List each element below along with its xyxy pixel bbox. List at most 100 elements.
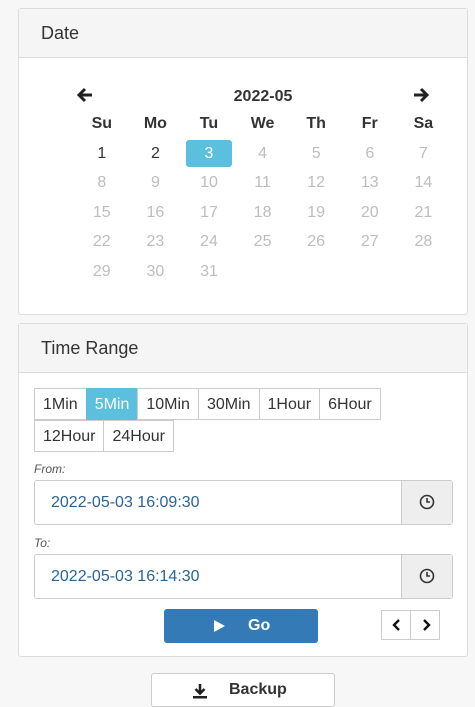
calendar-day-number: 10	[200, 174, 218, 191]
to-value[interactable]: 2022-05-03 16:14:30	[51, 555, 200, 598]
calendar-day: 28	[397, 227, 451, 257]
calendar-day-number: 16	[146, 203, 165, 221]
calendar-day-number: 27	[360, 233, 379, 250]
go-button-label: Go	[248, 617, 271, 634]
calendar-week-row: 29 30 31	[75, 257, 450, 287]
weekday-label: Tu	[199, 115, 219, 132]
download-icon	[193, 684, 207, 699]
go-button[interactable]: Go	[164, 609, 318, 643]
arrow-left-icon	[76, 87, 92, 103]
calendar-day-number: 6	[365, 144, 375, 162]
calendar-week-row: 22 23 24 25 26 27 28	[75, 227, 450, 257]
calendar-day: 5	[289, 139, 343, 169]
calendar-day-number: 7	[418, 144, 428, 162]
weekday-label: Th	[306, 115, 326, 132]
calendar-day: 23	[129, 227, 183, 257]
calendar-day: 21	[397, 198, 451, 228]
range-button-6hour[interactable]: 6Hour	[319, 388, 381, 420]
calendar-day-number: 2	[150, 144, 160, 162]
calendar-day: 4	[236, 139, 290, 169]
range-button-12hour[interactable]: 12Hour	[34, 420, 105, 452]
calendar-day: 7	[397, 139, 451, 169]
play-icon	[214, 620, 225, 632]
range-button-30min[interactable]: 30Min	[197, 388, 260, 420]
calendar-day-number: 18	[253, 203, 272, 221]
range-button-1min[interactable]: 1Min	[34, 388, 87, 420]
calendar-day-number: 4	[258, 144, 268, 162]
to-field[interactable]: 2022-05-03 16:14:30	[34, 554, 453, 599]
calendar-day-number: 9	[150, 174, 160, 191]
from-clock-button[interactable]	[401, 481, 452, 524]
calendar-day: 18	[236, 198, 290, 228]
calendar-day-number: 23	[146, 233, 165, 250]
range-button-1hour[interactable]: 1Hour	[258, 388, 321, 420]
calendar-day-number: 24	[200, 233, 218, 250]
calendar-day: 16	[129, 198, 183, 228]
calendar-day-number: 8	[97, 174, 107, 191]
calendar-month-label[interactable]: 2022-05	[185, 85, 341, 109]
calendar-grid: Su Mo Tu We Th Fr Sa 1 2 3 4 5 6 7 8 9 10 11 12 13 14 15 16 17 1…	[75, 109, 450, 286]
calendar-day-number: 19	[307, 203, 326, 221]
date-panel: Date 2022-05 Su Mo Tu We Th Fr Sa 1 2 3 4 5 6 7 8 9 10 11…	[18, 8, 468, 315]
range-button-5min[interactable]: 5Min	[85, 388, 139, 420]
calendar-day: 19	[289, 198, 343, 228]
calendar-day[interactable]: 1	[75, 139, 129, 169]
time-nav-group	[381, 610, 440, 640]
calendar-day-number: 21	[414, 203, 433, 221]
calendar-day-number: 30	[146, 262, 165, 280]
calendar-day: 10	[182, 168, 236, 198]
time-range-panel: Time Range 1Min 5Min 10Min 30Min 1Hour 6Hour 1…	[18, 323, 468, 657]
calendar-day-number: 12	[307, 174, 326, 191]
next-month-button[interactable]	[411, 85, 435, 109]
calendar-week-row: 15 16 17 18 19 20 21	[75, 198, 450, 228]
calendar-day: 12	[289, 168, 343, 198]
calendar-day[interactable]: 2	[129, 139, 183, 169]
calendar-day-number: 17	[200, 203, 218, 221]
calendar-day: 9	[129, 168, 183, 198]
calendar-day-number: 1	[97, 144, 107, 162]
calendar-day-number: 14	[414, 174, 433, 191]
calendar-day	[397, 257, 451, 287]
calendar-week-row: 1 2 3 4 5 6 7	[75, 139, 450, 169]
clock-icon	[419, 494, 435, 510]
calendar-header: 2022-05	[75, 85, 451, 109]
prev-month-button[interactable]	[75, 85, 99, 109]
range-button-row: 12Hour 24Hour	[34, 420, 454, 452]
calendar-day-number: 3	[185, 139, 232, 167]
next-range-button[interactable]	[410, 610, 440, 640]
calendar-day-number: 29	[92, 262, 111, 280]
calendar-day-number: 31	[200, 262, 218, 280]
calendar-day-number: 11	[254, 174, 271, 191]
calendar-day-selected[interactable]: 3	[182, 139, 236, 169]
chevron-left-icon	[392, 619, 400, 631]
calendar-day: 20	[343, 198, 397, 228]
calendar-day: 26	[289, 227, 343, 257]
date-panel-title: Date	[19, 9, 467, 58]
calendar-day: 29	[75, 257, 129, 287]
calendar-day-number: 15	[92, 203, 111, 221]
calendar-day: 6	[343, 139, 397, 169]
calendar-day: 31	[182, 257, 236, 287]
weekday-label: Fr	[361, 115, 378, 132]
calendar-day	[289, 257, 343, 287]
range-button-group: 1Min 5Min 10Min 30Min 1Hour 6Hour 12Hour 24Hour	[34, 388, 454, 452]
calendar-day-number: 5	[311, 144, 321, 162]
to-clock-button[interactable]	[401, 555, 452, 598]
range-button-24hour[interactable]: 24Hour	[103, 420, 174, 452]
from-field[interactable]: 2022-05-03 16:09:30	[34, 480, 453, 525]
from-value[interactable]: 2022-05-03 16:09:30	[51, 481, 200, 524]
calendar-day: 8	[75, 168, 129, 198]
calendar-day: 22	[75, 227, 129, 257]
range-button-10min[interactable]: 10Min	[137, 388, 199, 420]
previous-range-button[interactable]	[381, 610, 411, 640]
weekday-label: Mo	[143, 115, 167, 132]
range-button-row: 1Min 5Min 10Min 30Min 1Hour 6Hour	[34, 388, 454, 420]
calendar-day-number: 20	[360, 203, 379, 221]
calendar-day: 11	[236, 168, 290, 198]
calendar-day: 13	[343, 168, 397, 198]
calendar-day: 27	[343, 227, 397, 257]
weekday-label: We	[250, 115, 275, 132]
calendar-day: 25	[236, 227, 290, 257]
backup-button[interactable]: Backup	[151, 673, 335, 707]
calendar-day-number: 22	[92, 233, 111, 250]
